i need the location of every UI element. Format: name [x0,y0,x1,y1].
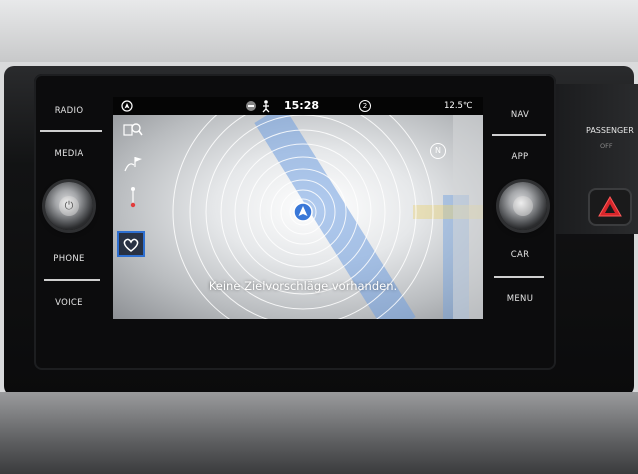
menu-button[interactable]: MENU [488,294,552,304]
destination-search-icon[interactable] [121,119,145,141]
hazard-button[interactable] [590,190,630,224]
tune-knob[interactable] [499,182,547,230]
route-flags-icon[interactable] [121,153,145,175]
passenger-airbag-state: OFF [600,142,613,150]
notification-badge[interactable]: 2 [359,100,371,112]
route-timeline-icon[interactable] [123,185,143,209]
knob-cap [513,196,533,216]
status-bar: 15:28 2 12.5℃ [113,97,483,115]
no-destination-suggestions-message: Keine Zielvorschläge vorhanden. [208,279,398,293]
current-position-icon [293,202,313,222]
volume-knob[interactable]: ⏻ [45,182,93,230]
clock: 15:28 [284,99,320,112]
compass-north-icon[interactable]: N [430,143,446,159]
button-divider [40,130,102,132]
dashboard-bottom [0,392,638,474]
app-button[interactable]: APP [488,152,552,162]
radio-button[interactable]: RADIO [37,106,101,116]
power-icon: ⏻ [59,196,79,216]
voice-button[interactable]: VOICE [37,298,101,308]
passenger-label: PASSENGER [586,126,634,135]
navigation-map[interactable]: N Keine Zielvorschläge vorhanden. [113,115,483,319]
dashboard-top [0,0,638,62]
navigation-arrow-icon[interactable] [121,100,133,112]
phone-button[interactable]: PHONE [37,254,101,264]
traffic-sign-icon [246,101,256,111]
button-divider [44,279,100,281]
touchscreen[interactable]: 15:28 2 12.5℃ N Keine Zielvorschläge vor… [113,97,483,319]
nav-button[interactable]: NAV [488,110,552,120]
outside-temperature: 12.5℃ [444,101,473,111]
hazard-triangle-icon [598,196,622,217]
media-button[interactable]: MEDIA [37,149,101,159]
pedestrian-icon [262,100,270,113]
button-divider [494,276,544,278]
car-button[interactable]: CAR [488,250,552,260]
favorites-button[interactable] [117,231,145,257]
heart-icon [123,238,139,252]
button-divider [492,134,546,136]
